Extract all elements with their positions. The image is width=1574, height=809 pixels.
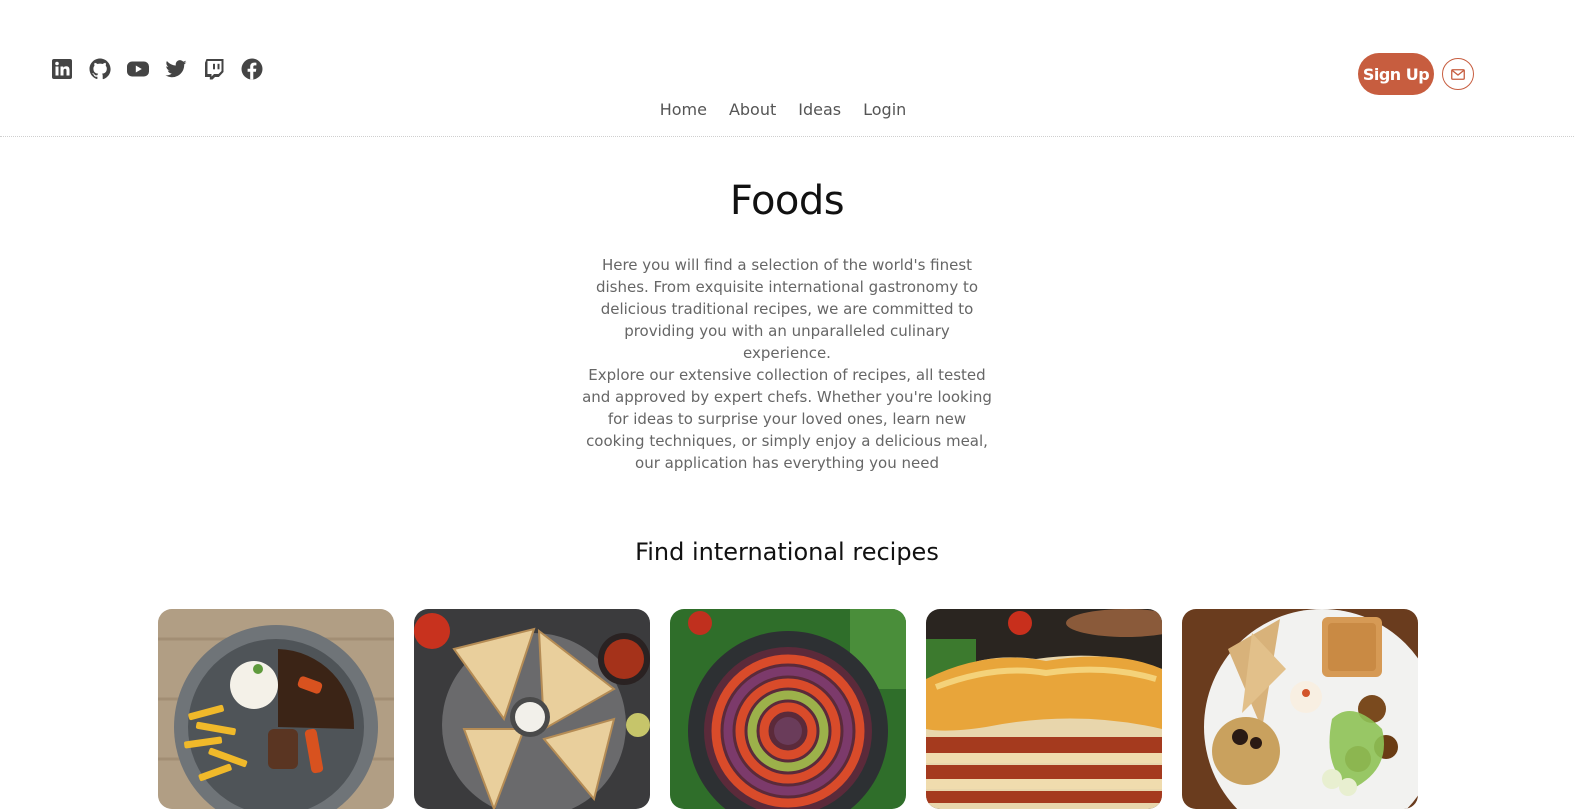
nav-ideas-link[interactable]: Ideas [798,100,841,119]
recipe-cards [158,609,1418,809]
youtube-icon[interactable] [126,57,150,81]
recipe-photo [926,609,1162,809]
recipes-heading: Find international recipes [635,538,939,566]
mail-button[interactable] [1442,58,1474,90]
intro-paragraph-2: Explore our extensive collection of reci… [582,366,992,472]
nav-about-link[interactable]: About [729,100,776,119]
twitter-icon[interactable] [164,57,188,81]
recipe-photo [158,609,394,809]
github-icon[interactable] [88,57,112,81]
recipe-card-image[interactable] [926,609,1162,809]
nav-login-link[interactable]: Login [863,100,906,119]
main-nav: Home About Ideas Login [0,100,1574,119]
recipe-card-image[interactable] [158,609,394,809]
facebook-icon[interactable] [240,57,264,81]
site-header: Home About Ideas Login Sign Up [0,0,1574,137]
recipe-card-image[interactable] [414,609,650,809]
recipe-card-image[interactable] [1182,609,1418,809]
nav-home-link[interactable]: Home [660,100,707,119]
recipe-photo [670,609,906,809]
signup-button[interactable]: Sign Up [1358,53,1434,95]
recipe-photo [1182,609,1418,809]
linkedin-icon[interactable] [50,57,74,81]
page-title: Foods [729,178,845,224]
mail-icon [1451,68,1465,80]
recipe-photo [414,609,650,809]
intro-paragraph-1: Here you will find a selection of the wo… [595,256,979,362]
recipe-card-image[interactable] [670,609,906,809]
twitch-icon[interactable] [202,57,226,81]
social-links [50,57,264,81]
